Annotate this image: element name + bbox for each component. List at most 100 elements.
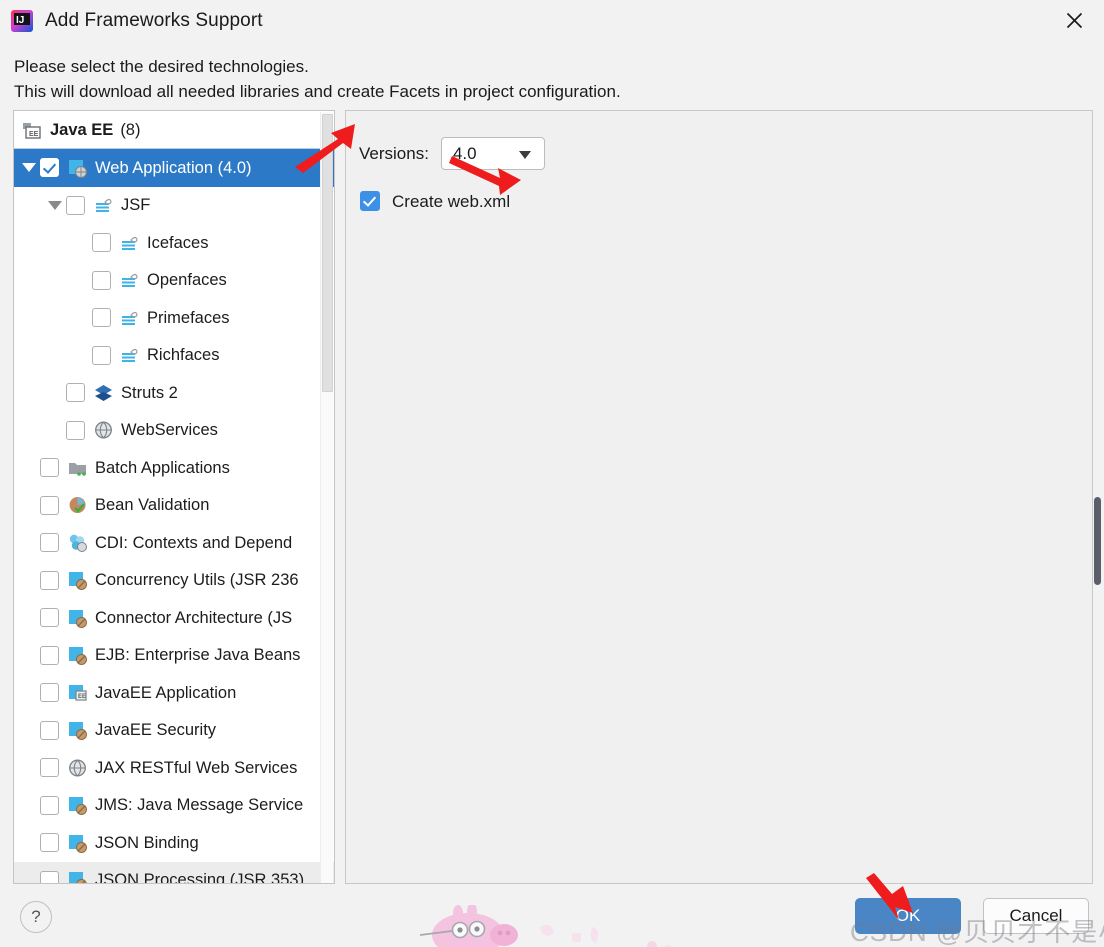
tree-row-checkbox[interactable] <box>40 758 59 778</box>
tree-row-struts-2[interactable]: Struts 2 <box>14 374 334 412</box>
tree-row-checkbox[interactable] <box>40 495 59 515</box>
tree-row-checkbox[interactable] <box>92 345 111 365</box>
tree-row-label: Web Application (4.0) <box>95 158 252 177</box>
tree-row-label: JAX RESTful Web Services <box>95 758 298 777</box>
chevron-down-icon <box>518 151 531 159</box>
tree-row-label: JavaEE Security <box>95 721 217 739</box>
tree-row-label: JSON Binding <box>95 833 199 852</box>
tree-row-ejb-enterprise-java-beans[interactable]: EJB: Enterprise Java Beans <box>14 637 334 675</box>
batch-icon <box>67 458 88 478</box>
tree-row-checkbox[interactable] <box>40 533 59 553</box>
jsf-icon <box>119 233 140 253</box>
tree-row-checkbox[interactable] <box>40 570 59 590</box>
tree-row-jax-restful-web-services[interactable]: JAX RESTful Web Services <box>14 749 334 787</box>
tree-row-webservices[interactable]: WebServices <box>14 412 334 450</box>
tree-row-checkbox[interactable] <box>92 270 111 290</box>
page-scrollbar-thumb[interactable] <box>1094 497 1101 585</box>
tree-row-label: Concurrency Utils (JSR 236 <box>95 571 299 589</box>
struts-icon <box>93 383 114 403</box>
tree-row-label: JMS: Java Message Service <box>95 796 304 814</box>
tree-row-checkbox[interactable] <box>92 233 111 253</box>
tree-row-label: WebServices <box>121 421 218 439</box>
tree-row-primefaces[interactable]: Primefaces <box>14 299 334 337</box>
tree-row-checkbox[interactable] <box>40 458 59 478</box>
javaee-module-icon <box>67 570 88 591</box>
tree-row-batch-applications[interactable]: Batch Applications <box>14 449 334 487</box>
tree-row-checkbox[interactable] <box>40 720 59 740</box>
dialog-description: Please select the desired technologies. … <box>14 54 814 104</box>
tree-row-checkbox[interactable] <box>40 158 59 178</box>
tree-row-label: JSON Processing (JSR 353) <box>95 871 305 884</box>
versions-select[interactable]: 4.0 <box>440 137 545 170</box>
cdi-icon <box>67 533 88 553</box>
tree-row-checkbox[interactable] <box>40 833 59 853</box>
tree-row-icefaces[interactable]: Icefaces <box>14 224 334 262</box>
jsf-icon <box>119 270 140 290</box>
frameworks-tree-panel[interactable]: EE Java EE (8) Web Application (4.0) JSF I… <box>13 110 335 884</box>
description-line-1: Please select the desired technologies. <box>14 57 309 76</box>
svg-text:IJ: IJ <box>16 15 24 26</box>
tree-row-connector-architecture-js[interactable]: Connector Architecture (JS <box>14 599 334 637</box>
chevron-down-icon[interactable] <box>44 200 66 210</box>
tree-row-label: JSF <box>121 196 151 214</box>
add-frameworks-support-dialog: IJ Add Frameworks Support Please select … <box>0 0 1104 947</box>
javaee-module-icon <box>67 833 88 853</box>
tree-row-checkbox[interactable] <box>40 870 59 883</box>
frameworks-tree: EE Java EE (8) Web Application (4.0) JSF I… <box>14 111 334 884</box>
globe-icon <box>93 420 114 440</box>
tree-row-label: Batch Applications <box>95 458 230 477</box>
web-icon <box>67 158 88 178</box>
create-webxml-row[interactable]: Create web.xml <box>360 191 510 211</box>
tree-row-label: CDI: Contexts and Depend <box>95 533 293 552</box>
tree-row-label: Primefaces <box>147 308 230 327</box>
tree-scrollbar-thumb[interactable] <box>322 114 333 392</box>
versions-selected-value: 4.0 <box>452 143 477 163</box>
javaee-module-icon <box>67 645 88 666</box>
help-button[interactable]: ? <box>20 901 52 933</box>
tree-row-bean-validation[interactable]: Bean Validation <box>14 487 334 525</box>
tree-row-jsf[interactable]: JSF <box>14 187 334 225</box>
versions-row: Versions: 4.0 <box>359 137 545 170</box>
tree-row-checkbox[interactable] <box>40 795 59 815</box>
tree-row-cdi-contexts-and-depend[interactable]: CDI: Contexts and Depend <box>14 524 334 562</box>
tree-group-header-count: (8) <box>120 121 141 140</box>
tree-row-javaee-application[interactable]: EE JavaEE Application <box>14 674 334 712</box>
bean-validation-icon <box>67 495 88 515</box>
tree-row-checkbox[interactable] <box>66 420 85 440</box>
tree-row-checkbox[interactable] <box>66 195 85 215</box>
cancel-button[interactable]: Cancel <box>983 898 1089 934</box>
versions-label: Versions: <box>359 143 429 163</box>
page-scrollbar[interactable] <box>1089 0 1104 947</box>
tree-row-jms-java-message-service[interactable]: JMS: Java Message Service <box>14 787 334 825</box>
tree-row-label: Bean Validation <box>95 496 210 514</box>
create-webxml-checkbox[interactable] <box>360 191 380 211</box>
framework-details-panel: Versions: 4.0 Create web.xml <box>345 110 1093 884</box>
tree-row-richfaces[interactable]: Richfaces <box>14 337 334 375</box>
window-title: Add Frameworks Support <box>45 9 263 31</box>
create-webxml-label: Create web.xml <box>392 191 511 211</box>
tree-row-concurrency-utils-jsr-236[interactable]: Concurrency Utils (JSR 236 <box>14 562 334 600</box>
javaee-module-icon <box>67 870 88 883</box>
chevron-down-icon[interactable] <box>18 163 40 173</box>
description-line-2: This will download all needed libraries … <box>14 82 621 101</box>
tree-row-json-binding[interactable]: JSON Binding <box>14 824 334 862</box>
jsf-icon <box>119 345 140 365</box>
javaee-app-icon: EE <box>67 683 88 703</box>
tree-row-checkbox[interactable] <box>92 308 111 328</box>
tree-row-web-application-4-0[interactable]: Web Application (4.0) <box>14 149 334 187</box>
tree-row-checkbox[interactable] <box>40 645 59 665</box>
tree-row-label: Icefaces <box>147 233 209 252</box>
tree-row-label: Richfaces <box>147 346 220 364</box>
tree-scrollbar[interactable] <box>320 112 333 883</box>
tree-row-checkbox[interactable] <box>40 683 59 703</box>
tree-row-json-processing-jsr-353[interactable]: JSON Processing (JSR 353) <box>14 861 334 884</box>
tree-row-label: Struts 2 <box>121 383 178 402</box>
tree-row-openfaces[interactable]: Openfaces <box>14 262 334 300</box>
tree-row-javaee-security[interactable]: JavaEE Security <box>14 712 334 750</box>
tree-group-header-label: Java EE <box>50 121 114 140</box>
help-icon: ? <box>31 907 41 926</box>
ok-button[interactable]: OK <box>855 898 961 934</box>
javaee-module-icon <box>67 795 88 816</box>
tree-row-checkbox[interactable] <box>66 383 85 403</box>
tree-row-checkbox[interactable] <box>40 608 59 628</box>
